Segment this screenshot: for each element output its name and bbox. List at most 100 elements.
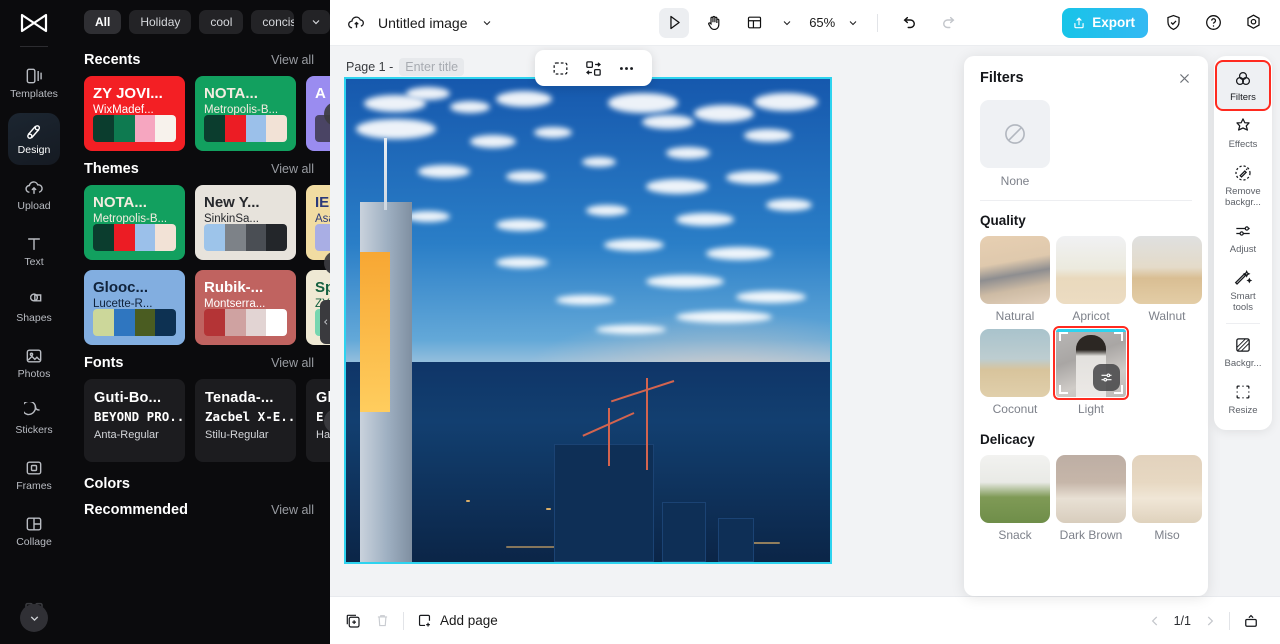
chip-holiday[interactable]: Holiday (129, 10, 192, 34)
card-swatches (93, 224, 176, 251)
themes-row-2: Glooc... Lucette-R... Rubik-... Montserra..… (84, 251, 330, 345)
recent-template-card[interactable]: ZY JOVI... WixMadef... (84, 76, 185, 151)
hand-icon (708, 15, 720, 30)
capcut-logo[interactable] (14, 6, 54, 40)
theme-card[interactable]: New Y... SinkinSa... (195, 185, 296, 260)
filter-thumbnail (1053, 326, 1129, 400)
filters-close-button[interactable] (1177, 71, 1192, 86)
cutout-button[interactable] (551, 59, 570, 78)
share-icon (1074, 16, 1084, 28)
zoom-level[interactable]: 65% (805, 15, 835, 30)
adjust-sliders-icon[interactable] (1093, 364, 1120, 391)
theme-card[interactable]: Glooc... Lucette-R... (84, 270, 185, 345)
next-page-button[interactable] (1203, 614, 1217, 628)
left-icon-rail: Templates Design Upload Text Shapes Phot… (0, 0, 68, 644)
theme-card[interactable]: IEAsa (306, 185, 330, 260)
sidebar-item-shapes[interactable]: Shapes (8, 281, 60, 333)
filters-divider (980, 200, 1192, 201)
tool-filters[interactable]: Filters (1215, 60, 1271, 111)
layout-tool-button[interactable] (739, 8, 769, 38)
colors-view-all[interactable]: View all (271, 503, 314, 517)
delete-page-button[interactable] (374, 612, 391, 629)
filter-item[interactable]: Coconut (980, 329, 1050, 416)
filter-label: Miso (1154, 528, 1180, 542)
add-page-button[interactable]: Add page (416, 612, 498, 629)
undo-button[interactable] (894, 8, 924, 38)
panel-collapse-handle[interactable] (320, 300, 330, 344)
sidebar-item-label: Frames (16, 480, 52, 492)
layout-dropdown-caret[interactable] (779, 15, 795, 31)
sidebar-item-photos[interactable]: Photos (8, 337, 60, 389)
prev-page-button[interactable] (1148, 614, 1162, 628)
sidebar-item-stickers[interactable]: Stickers (8, 393, 60, 445)
hand-tool-button[interactable] (699, 8, 729, 38)
font-card-line-f3: Stilu-Regular (205, 429, 269, 441)
filter-item[interactable]: Snack (980, 455, 1050, 542)
sidebar-item-templates[interactable]: Templates (8, 57, 60, 109)
tool-adjust[interactable]: Adjust (1217, 214, 1269, 261)
font-card-line-f2: Zacbel X-E... (205, 409, 296, 424)
cloud-upload-icon[interactable] (344, 11, 368, 35)
sidebar-item-design[interactable]: Design (8, 113, 60, 165)
filter-none-tile[interactable] (980, 100, 1050, 168)
duplicate-page-button[interactable] (344, 612, 362, 630)
help-button[interactable] (1198, 8, 1228, 38)
recommended-header: Recommended View all (84, 500, 330, 526)
filter-thumbnail (980, 236, 1050, 304)
tool-resize[interactable]: Resize (1217, 375, 1269, 422)
photos-icon (26, 349, 42, 363)
replace-button[interactable] (584, 59, 603, 78)
font-card[interactable]: Tenada-... Zacbel X-E... Stilu-Regular (195, 379, 296, 462)
tool-effects[interactable]: Effects (1217, 109, 1269, 156)
filter-item[interactable]: Apricot (1056, 236, 1126, 323)
background-icon (1236, 338, 1250, 352)
filter-item[interactable]: Light (1053, 326, 1129, 416)
filter-item[interactable]: Walnut (1132, 236, 1202, 323)
theme-card[interactable]: NOTA... Metropolis-B... (84, 185, 185, 260)
settings-button[interactable] (1238, 8, 1268, 38)
bottom-divider-2 (1229, 611, 1230, 630)
section-title: Recents (84, 52, 141, 68)
filter-item[interactable]: Miso (1132, 455, 1202, 542)
recent-template-card[interactable]: NOTA... Metropolis-B... (195, 76, 296, 151)
export-button[interactable]: Export (1062, 7, 1148, 38)
tool-smart-tools[interactable]: Smart tools (1217, 261, 1269, 319)
sidebar-item-upload[interactable]: Upload (8, 169, 60, 221)
image-more-button[interactable] (617, 59, 636, 78)
sidebar-item-frames[interactable]: Frames (8, 449, 60, 501)
tower-building (360, 202, 412, 562)
tool-label: Adjust (1229, 244, 1257, 255)
right-tool-rail: Filters Effects Remove backgr... Adjust … (1214, 56, 1272, 430)
filter-item[interactable]: Dark Brown (1056, 455, 1126, 542)
chip-concise[interactable]: concise (251, 10, 294, 34)
sidebar-item-collage[interactable]: Collage (8, 505, 60, 557)
redo-button[interactable] (934, 8, 964, 38)
present-button[interactable] (1242, 612, 1260, 630)
rail-expand-button[interactable] (20, 604, 48, 632)
page-title-input[interactable]: Enter title (399, 58, 465, 76)
tool-remove-background[interactable]: Remove backgr... (1217, 156, 1269, 214)
title-dropdown-caret[interactable] (478, 14, 496, 32)
chip-all[interactable]: All (84, 10, 122, 34)
chips-expand-button[interactable] (302, 10, 330, 34)
tool-background[interactable]: Backgr... (1217, 328, 1269, 375)
chip-cool[interactable]: cool (199, 10, 244, 34)
shield-check-icon (1166, 14, 1180, 31)
sidebar-item-text[interactable]: Text (8, 225, 60, 277)
artboard[interactable] (344, 77, 832, 564)
recents-view-all[interactable]: View all (271, 53, 314, 67)
font-card[interactable]: Guti-Bo... BEYOND PRO... Anta-Regular (84, 379, 185, 462)
document-title[interactable]: Untitled image (378, 15, 468, 31)
shield-check-button[interactable] (1158, 8, 1188, 38)
font-card-line-f3: Anta-Regular (94, 429, 159, 441)
crop-corner-handle (1059, 332, 1068, 341)
zoom-dropdown-caret[interactable] (845, 15, 861, 31)
chevron-down-icon (849, 20, 857, 25)
fonts-view-all[interactable]: View all (271, 356, 314, 370)
theme-card[interactable]: Rubik-... Montserra... (195, 270, 296, 345)
select-tool-button[interactable] (659, 7, 690, 38)
section-title: Colors (84, 476, 130, 492)
themes-view-all[interactable]: View all (271, 162, 314, 176)
upload-icon (25, 181, 43, 194)
filter-item[interactable]: Natural (980, 236, 1050, 323)
